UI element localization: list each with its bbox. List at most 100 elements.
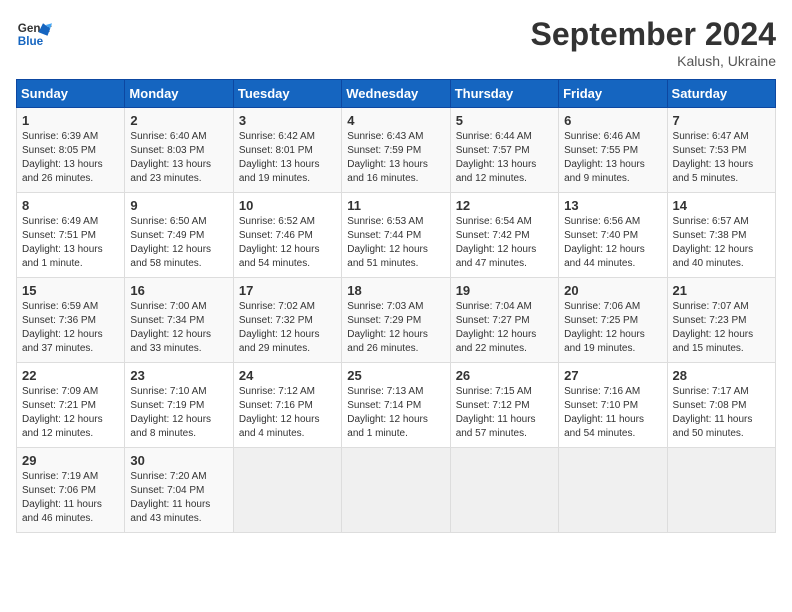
calendar-cell: 6 Sunrise: 6:46 AMSunset: 7:55 PMDaylight… xyxy=(559,108,667,193)
day-number: 12 xyxy=(456,198,553,213)
location: Kalush, Ukraine xyxy=(531,53,776,69)
day-info: Sunrise: 7:10 AMSunset: 7:19 PMDaylight:… xyxy=(130,385,227,441)
day-info: Sunrise: 6:43 AMSunset: 7:59 PMDaylight:… xyxy=(347,130,444,186)
day-number: 5 xyxy=(456,113,553,128)
calendar-cell: 10Sunrise: 6:52 AMSunset: 7:46 PMDayligh… xyxy=(233,193,341,278)
day-number: 17 xyxy=(239,283,336,298)
weekday-header: Wednesday xyxy=(342,80,450,108)
day-number: 11 xyxy=(347,198,444,213)
calendar-cell xyxy=(667,448,775,533)
day-number: 6 xyxy=(564,113,661,128)
calendar-cell: 25Sunrise: 7:13 AMSunset: 7:14 PMDayligh… xyxy=(342,363,450,448)
day-number: 15 xyxy=(22,283,119,298)
calendar-week-row: 1 Sunrise: 6:39 AMSunset: 8:05 PMDaylight… xyxy=(17,108,776,193)
day-info: Sunrise: 6:47 AMSunset: 7:53 PMDaylight:… xyxy=(673,130,770,186)
calendar-week-row: 8Sunrise: 6:49 AMSunset: 7:51 PMDaylight… xyxy=(17,193,776,278)
day-info: Sunrise: 6:54 AMSunset: 7:42 PMDaylight:… xyxy=(456,215,553,271)
calendar-cell: 4 Sunrise: 6:43 AMSunset: 7:59 PMDaylight… xyxy=(342,108,450,193)
day-number: 3 xyxy=(239,113,336,128)
day-number: 26 xyxy=(456,368,553,383)
header-row: SundayMondayTuesdayWednesdayThursdayFrid… xyxy=(17,80,776,108)
day-info: Sunrise: 7:03 AMSunset: 7:29 PMDaylight:… xyxy=(347,300,444,356)
day-number: 4 xyxy=(347,113,444,128)
day-info: Sunrise: 6:44 AMSunset: 7:57 PMDaylight:… xyxy=(456,130,553,186)
day-number: 13 xyxy=(564,198,661,213)
day-number: 22 xyxy=(22,368,119,383)
calendar-cell: 13 Sunrise: 6:56 AMSunset: 7:40 PMDayligh… xyxy=(559,193,667,278)
weekday-header: Thursday xyxy=(450,80,558,108)
day-info: Sunrise: 6:56 AMSunset: 7:40 PMDaylight:… xyxy=(564,215,661,271)
calendar-cell xyxy=(342,448,450,533)
day-number: 24 xyxy=(239,368,336,383)
day-info: Sunrise: 7:02 AMSunset: 7:32 PMDaylight:… xyxy=(239,300,336,356)
calendar-cell: 22 Sunrise: 7:09 AMSunset: 7:21 PMDayligh… xyxy=(17,363,125,448)
calendar-cell: 21 Sunrise: 7:07 AMSunset: 7:23 PMDayligh… xyxy=(667,278,775,363)
svg-text:Blue: Blue xyxy=(18,35,44,48)
calendar-cell: 5 Sunrise: 6:44 AMSunset: 7:57 PMDaylight… xyxy=(450,108,558,193)
weekday-header: Sunday xyxy=(17,80,125,108)
calendar-cell: 15 Sunrise: 6:59 AMSunset: 7:36 PMDayligh… xyxy=(17,278,125,363)
calendar-cell: 24Sunrise: 7:12 AMSunset: 7:16 PMDayligh… xyxy=(233,363,341,448)
title-section: September 2024 Kalush, Ukraine xyxy=(531,16,776,69)
day-info: Sunrise: 6:42 AMSunset: 8:01 PMDaylight:… xyxy=(239,130,336,186)
day-number: 8 xyxy=(22,198,119,213)
day-number: 18 xyxy=(347,283,444,298)
calendar-cell: 14Sunrise: 6:57 AMSunset: 7:38 PMDayligh… xyxy=(667,193,775,278)
weekday-header: Tuesday xyxy=(233,80,341,108)
calendar-cell xyxy=(233,448,341,533)
day-number: 10 xyxy=(239,198,336,213)
calendar-cell: 11 Sunrise: 6:53 AMSunset: 7:44 PMDayligh… xyxy=(342,193,450,278)
day-info: Sunrise: 7:09 AMSunset: 7:21 PMDaylight:… xyxy=(22,385,119,441)
day-number: 25 xyxy=(347,368,444,383)
calendar-cell: 3 Sunrise: 6:42 AMSunset: 8:01 PMDaylight… xyxy=(233,108,341,193)
weekday-header: Monday xyxy=(125,80,233,108)
weekday-header: Saturday xyxy=(667,80,775,108)
day-info: Sunrise: 7:06 AMSunset: 7:25 PMDaylight:… xyxy=(564,300,661,356)
calendar-cell: 9 Sunrise: 6:50 AMSunset: 7:49 PMDaylight… xyxy=(125,193,233,278)
calendar-header: SundayMondayTuesdayWednesdayThursdayFrid… xyxy=(17,80,776,108)
day-number: 7 xyxy=(673,113,770,128)
calendar-cell: 20 Sunrise: 7:06 AMSunset: 7:25 PMDayligh… xyxy=(559,278,667,363)
calendar-cell: 18 Sunrise: 7:03 AMSunset: 7:29 PMDayligh… xyxy=(342,278,450,363)
day-info: Sunrise: 7:17 AMSunset: 7:08 PMDaylight:… xyxy=(673,385,770,441)
calendar-cell: 30Sunrise: 7:20 AMSunset: 7:04 PMDayligh… xyxy=(125,448,233,533)
day-number: 16 xyxy=(130,283,227,298)
day-info: Sunrise: 6:50 AMSunset: 7:49 PMDaylight:… xyxy=(130,215,227,271)
page-header: General Blue September 2024 Kalush, Ukra… xyxy=(16,16,776,69)
day-number: 20 xyxy=(564,283,661,298)
month-title: September 2024 xyxy=(531,16,776,53)
day-info: Sunrise: 6:59 AMSunset: 7:36 PMDaylight:… xyxy=(22,300,119,356)
calendar-cell: 28 Sunrise: 7:17 AMSunset: 7:08 PMDayligh… xyxy=(667,363,775,448)
calendar-week-row: 22 Sunrise: 7:09 AMSunset: 7:21 PMDayligh… xyxy=(17,363,776,448)
calendar-cell: 19 Sunrise: 7:04 AMSunset: 7:27 PMDayligh… xyxy=(450,278,558,363)
calendar-cell: 7 Sunrise: 6:47 AMSunset: 7:53 PMDaylight… xyxy=(667,108,775,193)
day-info: Sunrise: 7:00 AMSunset: 7:34 PMDaylight:… xyxy=(130,300,227,356)
day-number: 21 xyxy=(673,283,770,298)
calendar-body: 1 Sunrise: 6:39 AMSunset: 8:05 PMDaylight… xyxy=(17,108,776,533)
calendar-cell: 26 Sunrise: 7:15 AMSunset: 7:12 PMDayligh… xyxy=(450,363,558,448)
day-info: Sunrise: 6:39 AMSunset: 8:05 PMDaylight:… xyxy=(22,130,119,186)
day-number: 9 xyxy=(130,198,227,213)
calendar-table: SundayMondayTuesdayWednesdayThursdayFrid… xyxy=(16,79,776,533)
day-number: 28 xyxy=(673,368,770,383)
day-info: Sunrise: 7:07 AMSunset: 7:23 PMDaylight:… xyxy=(673,300,770,356)
calendar-cell: 2Sunrise: 6:40 AMSunset: 8:03 PMDaylight… xyxy=(125,108,233,193)
day-number: 19 xyxy=(456,283,553,298)
logo-icon: General Blue xyxy=(16,16,52,52)
calendar-cell: 29Sunrise: 7:19 AMSunset: 7:06 PMDayligh… xyxy=(17,448,125,533)
day-info: Sunrise: 6:53 AMSunset: 7:44 PMDaylight:… xyxy=(347,215,444,271)
day-number: 1 xyxy=(22,113,119,128)
day-info: Sunrise: 7:15 AMSunset: 7:12 PMDaylight:… xyxy=(456,385,553,441)
calendar-cell: 1 Sunrise: 6:39 AMSunset: 8:05 PMDaylight… xyxy=(17,108,125,193)
day-number: 23 xyxy=(130,368,227,383)
calendar-cell xyxy=(559,448,667,533)
calendar-cell xyxy=(450,448,558,533)
calendar-cell: 27Sunrise: 7:16 AMSunset: 7:10 PMDayligh… xyxy=(559,363,667,448)
calendar-week-row: 29Sunrise: 7:19 AMSunset: 7:06 PMDayligh… xyxy=(17,448,776,533)
day-info: Sunrise: 7:04 AMSunset: 7:27 PMDaylight:… xyxy=(456,300,553,356)
day-number: 29 xyxy=(22,453,119,468)
day-info: Sunrise: 6:46 AMSunset: 7:55 PMDaylight:… xyxy=(564,130,661,186)
day-number: 14 xyxy=(673,198,770,213)
calendar-cell: 12 Sunrise: 6:54 AMSunset: 7:42 PMDayligh… xyxy=(450,193,558,278)
calendar-cell: 17 Sunrise: 7:02 AMSunset: 7:32 PMDayligh… xyxy=(233,278,341,363)
